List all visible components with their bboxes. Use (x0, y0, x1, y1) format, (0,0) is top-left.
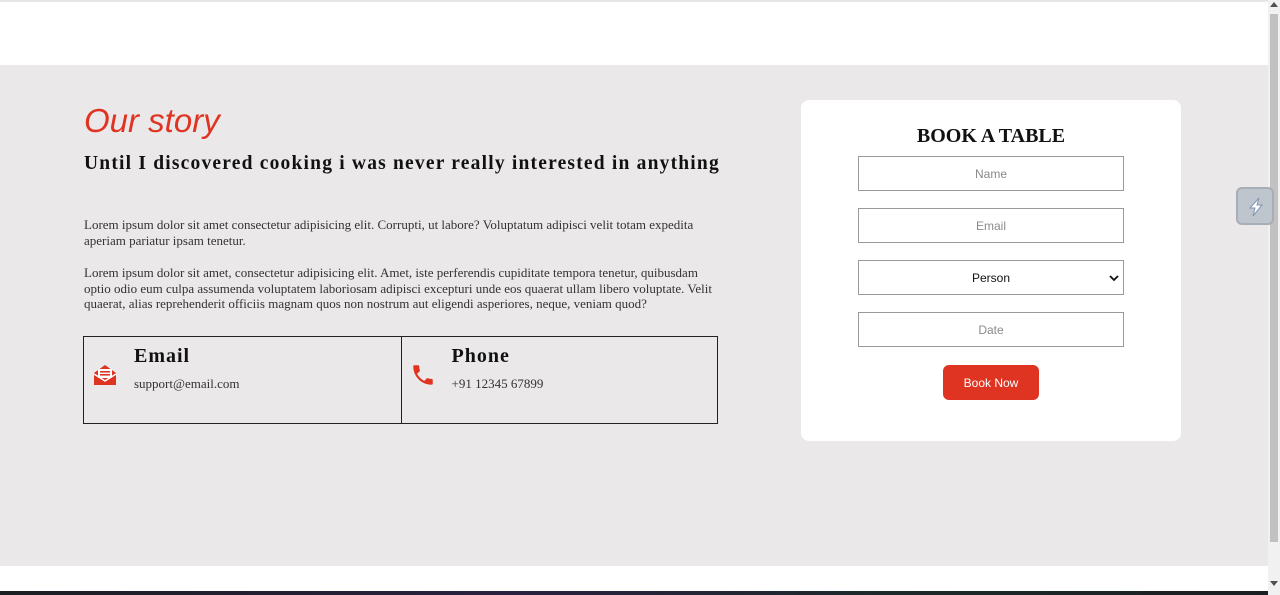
footer-area (0, 566, 1268, 591)
scrollbar-thumb[interactable] (1270, 14, 1278, 542)
email-input[interactable] (858, 208, 1124, 243)
contact-email: Email support@email.com (84, 337, 401, 423)
lightning-bolt-icon (1248, 197, 1264, 217)
story-title: Our story (84, 102, 220, 139)
scroll-down-arrow-icon[interactable] (1270, 581, 1278, 586)
book-now-button[interactable]: Book Now (943, 365, 1039, 400)
contact-phone-value: +91 12345 67899 (451, 376, 544, 391)
story-heading: Until I discovered cooking i was never r… (84, 153, 720, 174)
date-input[interactable] (858, 312, 1124, 347)
contact-email-title: Email (134, 345, 191, 367)
chevron-down-icon (1109, 272, 1119, 282)
bottom-strip (0, 591, 1268, 595)
person-select-value: Person (971, 270, 1011, 285)
contact-phone: Phone +91 12345 67899 (400, 337, 718, 423)
phone-icon (410, 362, 436, 388)
story-paragraph-2: Lorem ipsum dolor sit amet, consectetur … (84, 265, 712, 311)
person-select[interactable]: Person (858, 260, 1124, 295)
extension-button[interactable] (1236, 187, 1274, 225)
scroll-up-arrow-icon[interactable] (1270, 2, 1278, 7)
name-input[interactable] (858, 156, 1124, 191)
envelope-open-icon (92, 362, 118, 388)
contact-info: Email support@email.com Phone +91 12345 … (83, 336, 718, 424)
contact-phone-title: Phone (451, 345, 510, 367)
story-paragraph-1: Lorem ipsum dolor sit amet consectetur a… (84, 217, 694, 248)
vertical-scrollbar[interactable] (1268, 0, 1280, 595)
header-area (0, 2, 1268, 65)
booking-form: BOOK A TABLE Person Book Now (801, 100, 1181, 441)
contact-email-value: support@email.com (134, 376, 240, 391)
booking-title: BOOK A TABLE (916, 125, 1066, 147)
